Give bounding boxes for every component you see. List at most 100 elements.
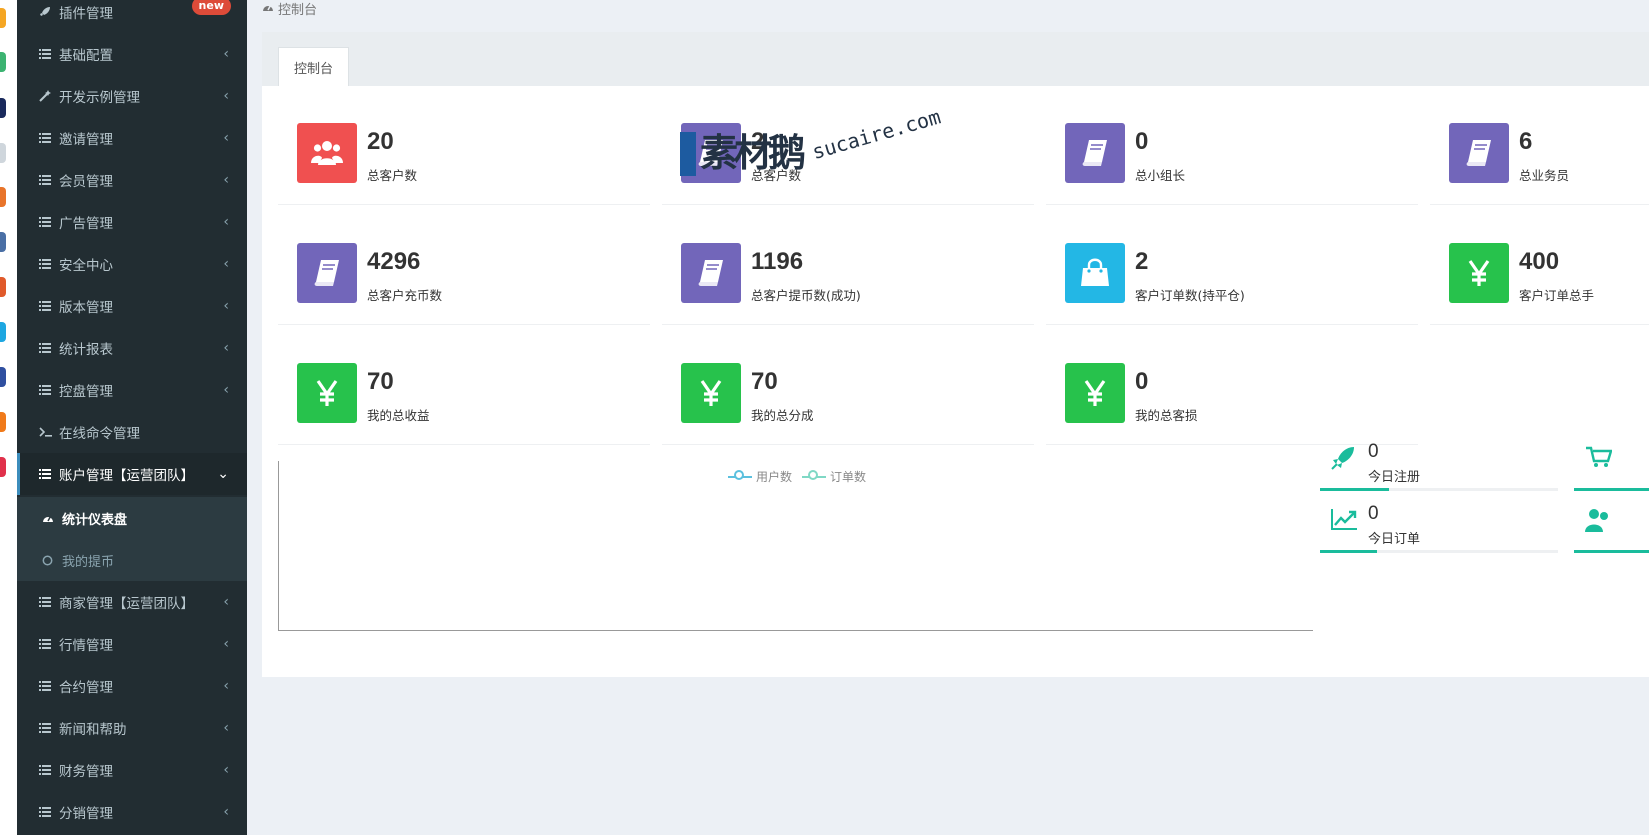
list-icon [39,343,59,353]
app-icon[interactable] [0,143,6,163]
sidebar-item-label: 合约管理 [59,680,113,696]
list-icon [39,217,59,227]
app-icon[interactable] [0,412,6,432]
sidebar-item-contracts[interactable]: 合约管理 ‹ [17,665,247,707]
chart-x-axis [278,630,1313,631]
dashboard-icon [42,513,62,523]
sidebar-item-reports[interactable]: 统计报表 ‹ [17,327,247,369]
sidebar-item-accounts[interactable]: 账户管理【运营团队】 ⌄ [17,453,247,495]
sidebar-item-online-command[interactable]: 在线命令管理 [17,411,247,453]
list-icon [39,765,59,775]
app-icon[interactable] [0,98,6,118]
stat-value: 2 [1135,248,1149,275]
stat-icon-box [1449,243,1509,303]
sidebar-item-news-help[interactable]: 新闻和帮助 ‹ [17,707,247,749]
breadcrumb[interactable]: 控制台 [262,0,318,18]
app-icon[interactable] [0,232,6,252]
progress-bar [1574,488,1649,491]
chevron-left-icon: ‹ [223,382,229,398]
chevron-down-icon: ⌄ [217,466,229,482]
stat-value: 20 [367,128,394,155]
progress-fill [1320,550,1378,553]
sidebar-item-distribution[interactable]: 分销管理 ‹ [17,791,247,833]
sidebar-item-merchants[interactable]: 商家管理【运营团队】 ‹ [17,581,247,623]
terminal-icon [39,427,59,437]
chevron-left-icon: ‹ [223,298,229,314]
stat-card: 0 我的总客损 [1046,344,1418,445]
legend-label: 用户数 [756,470,793,484]
progress-fill [1574,550,1649,553]
circle-icon [42,555,62,566]
stat-label: 总客户数 [367,168,418,183]
yen-icon [700,380,722,406]
sidebar-item-label: 在线命令管理 [59,426,140,442]
sidebar-item-market[interactable]: 行情管理 ‹ [17,623,247,665]
chevron-left-icon: ‹ [223,214,229,230]
users-icon [1584,507,1610,537]
list-icon [39,597,59,607]
sidebar-item-dev-examples[interactable]: 开发示例管理 ‹ [17,75,247,117]
magic-wand-icon [39,90,59,102]
cart-icon [1586,445,1613,473]
stat-label: 总小组长 [1135,168,1186,183]
app-icon[interactable] [0,367,6,387]
submenu-item-label: 我的提币 [62,554,115,570]
app-icon[interactable] [0,8,6,28]
stat-value: 4296 [367,248,421,275]
sidebar-item-label: 插件管理 [59,6,113,22]
stat-icon-box [297,243,357,303]
sidebar-item-invite[interactable]: 邀请管理 ‹ [17,117,247,159]
app-icon[interactable] [0,277,6,297]
app-icon[interactable] [0,457,6,477]
book-icon [1466,140,1491,166]
stat-value: 1196 [751,248,804,275]
chevron-left-icon: ‹ [223,46,229,62]
stat-value: 70 [751,368,778,395]
trend-chart: 用户数 订单数 [278,461,1313,631]
stat-value: 400 [1519,248,1560,275]
progress-bar [1320,488,1558,491]
app-icon[interactable] [0,52,6,72]
stat-card: 0 总小组长 [1046,104,1418,205]
sidebar-item-versions[interactable]: 版本管理 ‹ [17,285,247,327]
app-icon[interactable] [0,322,6,342]
legend-line-marker [802,469,826,480]
chevron-left-icon: ‹ [223,804,229,820]
sidebar-item-finance[interactable]: 财务管理 ‹ [17,749,247,791]
accounts-submenu: 统计仪表盘 我的提币 [17,497,247,581]
new-badge: new [191,0,231,15]
sidebar-item-control[interactable]: 控盘管理 ‹ [17,369,247,411]
chevron-left-icon: ‹ [223,172,229,188]
legend-item[interactable]: 用户数 [728,468,792,485]
submenu-item-withdraw[interactable]: 我的提币 [17,539,247,581]
list-icon [39,259,59,269]
rocket-icon [39,6,59,18]
breadcrumb-label: 控制台 [278,2,318,18]
chevron-left-icon: ‹ [223,720,229,736]
chevron-left-icon: ‹ [223,130,229,146]
today-stat: 0 今日订单 [1320,499,1558,559]
stat-label: 总客户提币数(成功) [751,288,861,303]
sidebar-item-label: 统计报表 [59,342,113,358]
users-icon [311,141,343,165]
sidebar-item-basic-config[interactable]: 基础配置 ‹ [17,33,247,75]
stat-value: 70 [367,368,394,395]
app-icon[interactable] [0,187,6,207]
sidebar-item-plugins[interactable]: 插件管理 new [17,0,247,33]
list-icon [39,301,59,311]
main-panel: 控制台 20 总客户数 2 总客户数 0 总小组长 6 总业务员 4296 总客… [262,32,1649,677]
yen-icon [1084,380,1106,406]
stat-card: 70 我的总收益 [278,344,650,445]
sidebar-item-label: 财务管理 [59,764,113,780]
progress-fill [1574,488,1649,491]
tab-dashboard[interactable]: 控制台 [278,47,350,86]
shopping-bag-icon [1081,258,1109,286]
sidebar-item-security[interactable]: 安全中心 ‹ [17,243,247,285]
legend-item[interactable]: 订单数 [802,468,866,485]
stat-icon-box [1065,243,1125,303]
sidebar-item-members[interactable]: 会员管理 ‹ [17,159,247,201]
sidebar-item-ads[interactable]: 广告管理 ‹ [17,201,247,243]
app-strip [0,0,17,835]
submenu-item-dashboard[interactable]: 统计仪表盘 [17,497,247,539]
list-icon [39,469,59,479]
